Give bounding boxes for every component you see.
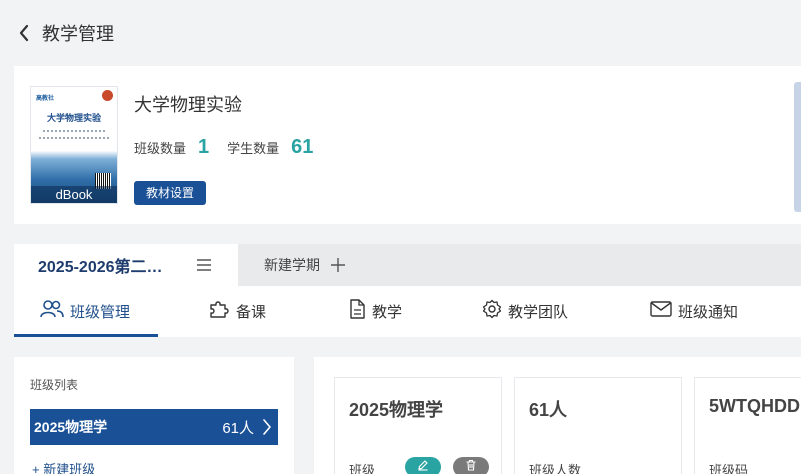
term-tab-label: 2025-2026第二… xyxy=(38,259,163,276)
tab-label: 备课 xyxy=(236,304,267,321)
class-name-label: 班级 xyxy=(349,463,376,474)
plus-icon xyxy=(330,257,346,273)
publisher-logo: 高教社 xyxy=(36,96,55,102)
term-bar: 2025-2026第二… 新建学期 xyxy=(14,244,801,286)
puzzle-icon xyxy=(208,299,230,324)
cover-title: 大学物理实验 xyxy=(46,113,101,123)
tab-label: 教学 xyxy=(372,304,403,321)
pencil-icon xyxy=(417,458,429,474)
textbook-settings-button[interactable]: 教材设置 xyxy=(134,181,207,205)
cover-author-line xyxy=(43,130,105,133)
top-bar: 教学管理 xyxy=(0,0,801,66)
book-stats: 班级数量 1 学生数量 61 xyxy=(134,136,331,159)
class-name-card: 2025物理学 班级 xyxy=(334,377,502,474)
class-list-item[interactable]: 2025物理学 61人 xyxy=(30,409,278,445)
side-panel-handle[interactable] xyxy=(794,82,801,212)
class-info-panel: 2025物理学 班级 61人 班级人数 5WTQHDD 班级码 xyxy=(314,357,801,474)
tab-label: 教学团队 xyxy=(508,304,569,321)
page-title: 教学管理 xyxy=(42,24,114,44)
tab-class-notice[interactable]: 班级通知 xyxy=(650,286,738,337)
class-list-panel: 班级列表 2025物理学 61人 + 新建班级 xyxy=(14,357,294,474)
delete-class-button[interactable] xyxy=(453,457,489,474)
class-list-title: 班级列表 xyxy=(30,378,79,392)
edit-class-button[interactable] xyxy=(405,457,441,474)
class-name-value: 2025物理学 xyxy=(349,400,444,420)
class-code-label: 班级码 xyxy=(709,463,749,474)
seal-icon xyxy=(102,90,113,101)
users-icon xyxy=(40,299,64,324)
section-tabs: 班级管理 备课 教学 教学团队 班级通知 xyxy=(14,286,801,337)
class-size-value: 61人 xyxy=(529,400,568,420)
new-term-label: 新建学期 xyxy=(264,257,320,273)
class-size-card: 61人 班级人数 xyxy=(514,377,682,474)
student-count-label: 学生数量 xyxy=(227,141,280,156)
student-count-value: 61 xyxy=(291,136,314,158)
gear-icon xyxy=(482,299,502,324)
cover-brand: dBook xyxy=(31,186,117,203)
class-code-value[interactable]: 5WTQHDD xyxy=(709,396,800,417)
tab-class-management[interactable]: 班级管理 xyxy=(40,286,130,337)
class-count-label: 班级数量 xyxy=(134,141,187,156)
tab-teaching[interactable]: 教学 xyxy=(348,286,402,337)
list-icon[interactable] xyxy=(196,258,212,272)
tab-lesson-prep[interactable]: 备课 xyxy=(208,286,266,337)
new-class-button[interactable]: + 新建班级 xyxy=(32,459,95,474)
tab-label: 班级管理 xyxy=(70,304,131,321)
new-term-button[interactable]: 新建学期 xyxy=(264,244,346,286)
class-student-count: 61人 xyxy=(222,419,254,437)
active-tab-indicator xyxy=(14,334,158,337)
textbook-card: 高教社 大学物理实验 dBook 大学物理实验 班级数量 1 学生数量 61 教… xyxy=(14,66,801,224)
tab-label: 班级通知 xyxy=(678,304,739,321)
tab-teaching-team[interactable]: 教学团队 xyxy=(482,286,568,337)
trash-icon xyxy=(465,458,477,474)
class-code-card: 5WTQHDD 班级码 xyxy=(694,377,801,474)
chevron-right-icon xyxy=(262,419,272,435)
cover-author-line xyxy=(39,137,109,140)
term-tab-active[interactable]: 2025-2026第二… xyxy=(14,244,238,286)
class-count-value: 1 xyxy=(198,136,210,158)
book-title: 大学物理实验 xyxy=(134,95,242,115)
mail-icon xyxy=(650,300,672,323)
book-cover-image[interactable]: 高教社 大学物理实验 dBook xyxy=(30,86,118,204)
class-size-label: 班级人数 xyxy=(529,463,582,474)
chevron-left-icon[interactable] xyxy=(14,23,34,43)
class-name: 2025物理学 xyxy=(34,419,108,435)
document-icon xyxy=(348,299,366,324)
